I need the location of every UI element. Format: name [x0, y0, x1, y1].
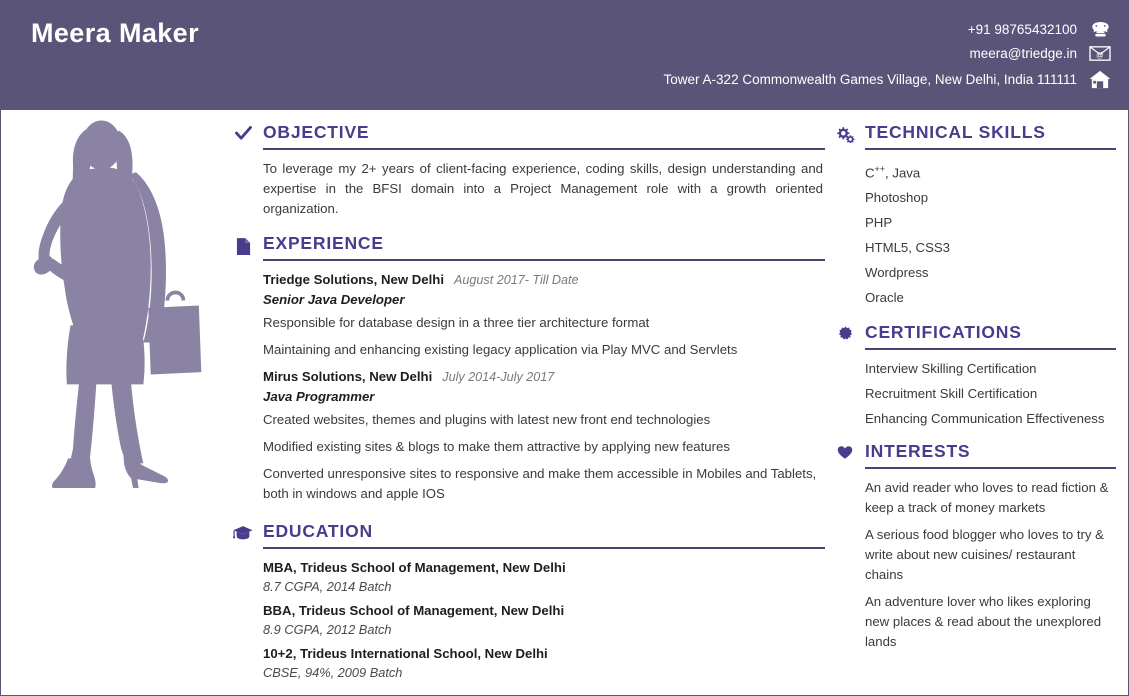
objective-text: To leverage my 2+ years of client-facing…	[263, 161, 823, 216]
experience-company-line: Mirus Solutions, New Delhi July 2014-July…	[263, 367, 825, 387]
section-divider	[263, 148, 825, 150]
education-degree: 10+2, Trideus International School, New …	[263, 646, 548, 661]
section-objective-body: OBJECTIVE To leverage my 2+ years of cli…	[263, 122, 825, 219]
experience-item: Mirus Solutions, New Delhi July 2014-July…	[263, 367, 825, 504]
experience-bullet: Created websites, themes and plugins wit…	[263, 412, 711, 427]
resume-page: Meera Maker +91 98765432100 meera@triedg…	[0, 0, 1129, 696]
section-education: EDUCATION MBA, Trideus School of Managem…	[223, 521, 825, 687]
section-title-interests: INTERESTS	[865, 441, 971, 462]
contact-block: +91 98765432100 meera@triedge.in @ Tower…	[664, 22, 1114, 98]
experience-bullet: Responsible for database design in a thr…	[263, 315, 650, 330]
section-title-objective: OBJECTIVE	[263, 122, 370, 142]
section-objective: OBJECTIVE To leverage my 2+ years of cli…	[223, 122, 825, 219]
education-detail: 8.9 CGPA, 2012 Batch	[263, 622, 392, 637]
list-item: Oracle	[865, 290, 904, 306]
businesswoman-silhouette-icon	[20, 118, 205, 488]
contact-phone-text: +91 98765432100	[967, 22, 1077, 37]
section-title-education: EDUCATION	[263, 521, 373, 541]
home-icon	[1086, 70, 1114, 89]
photo-column	[1, 110, 223, 488]
section-title-certifications: CERTIFICATIONS	[865, 322, 1022, 343]
skill-base: C	[865, 165, 875, 181]
section-education-body: EDUCATION MBA, Trideus School of Managem…	[263, 521, 825, 687]
education-detail: CBSE, 94%, 2009 Batch	[263, 665, 403, 680]
section-experience-body: EXPERIENCE Triedge Solutions, New Delhi A…	[263, 233, 825, 511]
education-item: 10+2, Trideus International School, New …	[263, 644, 825, 682]
section-certifications-body: CERTIFICATIONS Interview Skilling Certif…	[865, 322, 1116, 434]
skill-rest: , Java	[885, 165, 921, 181]
list-item: Recruitment Skill Certification	[865, 386, 1038, 402]
contact-email[interactable]: meera@triedge.in @	[969, 46, 1114, 61]
skill-sup: ++	[874, 164, 886, 174]
contact-address[interactable]: Tower A-322 Commonwealth Games Village, …	[664, 70, 1114, 89]
section-technical-skills-body: TECHNICAL SKILLS C++, Java Photoshop PHP…	[865, 122, 1116, 313]
section-interests: INTERESTS An avid reader who loves to re…	[825, 441, 1116, 659]
list-item: HTML5, CSS3	[865, 240, 951, 256]
section-divider	[865, 467, 1116, 470]
section-experience: EXPERIENCE Triedge Solutions, New Delhi A…	[223, 233, 825, 511]
experience-company-line: Triedge Solutions, New Delhi August 2017-…	[263, 270, 825, 290]
section-interests-body: INTERESTS An avid reader who loves to re…	[865, 441, 1116, 659]
list-item: PHP	[865, 215, 893, 231]
education-item: MBA, Trideus School of Management, New D…	[263, 558, 825, 596]
experience-dates: August 2017- Till Date	[454, 273, 579, 287]
list-item: An avid reader who loves to read fiction…	[865, 480, 1109, 516]
document-icon	[223, 233, 263, 256]
experience-role: Java Programmer	[263, 389, 375, 404]
contact-phone[interactable]: +91 98765432100	[968, 22, 1114, 37]
list-item: Wordpress	[865, 265, 929, 281]
education-item: BBA, Trideus School of Management, New D…	[263, 601, 825, 639]
technical-skills-list: C++, Java Photoshop PHP HTML5, CSS3 Word…	[865, 159, 1116, 308]
svg-text:@: @	[1096, 50, 1104, 59]
section-technical-skills: TECHNICAL SKILLS C++, Java Photoshop PHP…	[825, 122, 1116, 313]
experience-item: Triedge Solutions, New Delhi August 2017-…	[263, 270, 825, 360]
section-divider	[263, 547, 825, 549]
list-item: Photoshop	[865, 190, 929, 206]
page-title: Meera Maker	[31, 18, 199, 48]
interests-list: An avid reader who loves to read fiction…	[865, 478, 1116, 652]
section-divider	[865, 148, 1116, 150]
badge-icon	[825, 322, 865, 341]
sidebar-column: TECHNICAL SKILLS C++, Java Photoshop PHP…	[825, 110, 1128, 659]
experience-role: Senior Java Developer	[263, 292, 405, 307]
certifications-list: Interview Skilling Certification Recruit…	[865, 359, 1116, 429]
experience-company: Mirus Solutions, New Delhi	[263, 369, 433, 384]
heart-icon	[825, 441, 865, 460]
section-divider	[263, 259, 825, 261]
section-title-experience: EXPERIENCE	[263, 233, 384, 253]
email-icon: @	[1086, 46, 1114, 61]
checkmark-icon	[223, 122, 263, 141]
resume-header: Meera Maker +91 98765432100 meera@triedg…	[1, 0, 1128, 110]
main-column: OBJECTIVE To leverage my 2+ years of cli…	[223, 110, 825, 687]
list-item: C++, Java	[865, 159, 1116, 183]
experience-dates: July 2014-July 2017	[442, 370, 555, 384]
list-item: Interview Skilling Certification	[865, 361, 1037, 377]
section-certifications: CERTIFICATIONS Interview Skilling Certif…	[825, 322, 1116, 434]
education-detail: 8.7 CGPA, 2014 Batch	[263, 579, 392, 594]
graduation-cap-icon	[223, 521, 263, 541]
gears-icon	[825, 122, 865, 143]
experience-company: Triedge Solutions, New Delhi	[263, 272, 444, 287]
education-degree: MBA, Trideus School of Management, New D…	[263, 560, 566, 575]
telephone-icon	[1086, 22, 1114, 37]
list-item: An adventure lover who likes exploring n…	[865, 594, 1102, 650]
resume-body: OBJECTIVE To leverage my 2+ years of cli…	[1, 110, 1128, 695]
experience-bullet: Maintaining and enhancing existing legac…	[263, 342, 738, 357]
education-degree: BBA, Trideus School of Management, New D…	[263, 603, 565, 618]
section-divider	[865, 348, 1116, 351]
experience-bullet: Converted unresponsive sites to responsi…	[263, 466, 817, 501]
contact-address-text: Tower A-322 Commonwealth Games Village, …	[663, 72, 1077, 87]
experience-bullet: Modified existing sites & blogs to make …	[263, 439, 730, 454]
list-item: A serious food blogger who loves to try …	[865, 527, 1104, 583]
list-item: Enhancing Communication Effectiveness	[865, 411, 1105, 427]
section-title-technical-skills: TECHNICAL SKILLS	[865, 122, 1046, 142]
contact-email-text: meera@triedge.in	[969, 46, 1077, 61]
